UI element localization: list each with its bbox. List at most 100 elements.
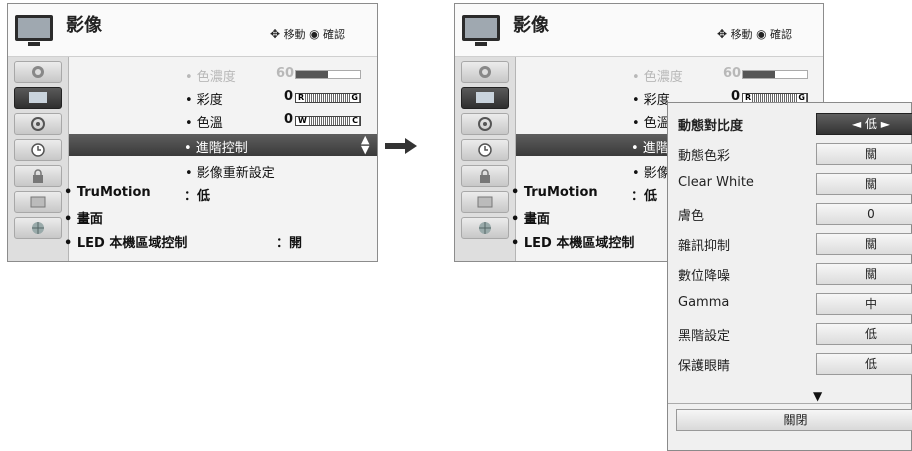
popup-row-value[interactable]: 低 — [816, 323, 912, 345]
satellite-icon — [479, 66, 491, 78]
popup-row-label: Gamma — [678, 295, 730, 310]
popup-row-label: 保護眼睛 — [678, 359, 731, 374]
popup-row-label: 數位降噪 — [678, 269, 731, 284]
menu-item-trumotion[interactable]: • TruMotion — [64, 185, 151, 200]
audio-icon — [31, 117, 45, 131]
arrow-right-icon — [385, 138, 417, 154]
sidebar-item-audio[interactable] — [461, 113, 509, 135]
tint-bar: R G — [295, 93, 361, 103]
option-icon — [30, 196, 46, 208]
menu-title: 影像 — [513, 15, 549, 36]
ok-icon: ◉ — [309, 27, 320, 41]
trumotion-value: ：低 — [184, 189, 211, 204]
menu-header: 影像 ✥ 移動 ◉ 確認 — [455, 4, 823, 57]
popup-row[interactable]: 黑階設定 低 — [678, 323, 912, 345]
popup-row-value[interactable]: 關 — [816, 233, 912, 255]
popup-row[interactable]: 動態對比度 ◄ 低 ► — [678, 113, 912, 135]
popup-row[interactable]: 數位降噪 關 — [678, 263, 912, 285]
sidebar-item-lock[interactable] — [461, 165, 509, 187]
popup-row-value[interactable]: 低 — [816, 353, 912, 375]
popup-row-value[interactable]: 0 — [816, 203, 912, 225]
menu-item-reset[interactable]: • 影像 — [632, 162, 670, 181]
nav-hint: ✥ 移動 ◉ 確認 — [270, 27, 346, 41]
menu-item-led[interactable]: • LED 本機區域控制 — [64, 232, 187, 251]
popup-row[interactable]: 動態色彩 關 — [678, 143, 912, 165]
popup-row-value[interactable]: 關 — [816, 263, 912, 285]
menu-item-color-depth[interactable]: • 色濃度 — [632, 66, 683, 85]
tint-left-label: R — [297, 93, 306, 102]
popup-row[interactable]: Clear White 關 — [678, 173, 912, 195]
popup-row[interactable]: 雜訊抑制 關 — [678, 233, 912, 255]
color-depth-value: 60 — [723, 66, 742, 81]
satellite-icon — [32, 66, 44, 78]
option-icon — [477, 196, 493, 208]
menu-item-trumotion[interactable]: • TruMotion — [511, 185, 598, 200]
led-value: ：開 — [276, 236, 303, 251]
menu-item-color-temp[interactable]: • 色溫 — [185, 112, 223, 131]
picture-icon — [29, 92, 47, 103]
move-icon: ✥ — [717, 27, 728, 41]
menu-item-tint[interactable]: • 彩度 — [632, 89, 670, 108]
menu-item-color-depth[interactable]: • 色濃度 — [185, 66, 236, 85]
popup-row-value[interactable]: ◄ 低 ► — [816, 113, 912, 135]
scroll-down-icon[interactable]: ▼ — [813, 389, 822, 403]
sidebar-item-network[interactable] — [461, 217, 509, 239]
popup-row[interactable]: 膚色 0 — [678, 203, 912, 225]
sidebar-item-audio[interactable] — [14, 113, 62, 135]
menu-item-tint[interactable]: • 彩度 — [185, 89, 223, 108]
menu-item-advanced: • 進階控制 — [184, 141, 248, 156]
menu-title: 影像 — [66, 15, 102, 36]
move-icon: ✥ — [270, 27, 281, 41]
advanced-control-popup: 動態對比度 ◄ 低 ► 動態色彩 關 Clear White 關 膚色 0 雜訊… — [667, 102, 912, 451]
menu-header: 影像 ✥ 移動 ◉ 確認 — [8, 4, 377, 57]
menu-item-advanced-highlight[interactable]: • 進階控制 ▲ ▼ — [69, 134, 377, 156]
lock-icon — [480, 169, 490, 183]
lock-icon — [33, 169, 43, 183]
close-button[interactable]: 關閉 — [676, 409, 912, 431]
color-depth-fill — [296, 71, 328, 78]
popup-row-label: 動態色彩 — [678, 149, 731, 164]
color-temp-left-label: W — [297, 116, 308, 125]
popup-row[interactable]: 保護眼睛 低 — [678, 353, 912, 375]
menu-item-screen[interactable]: • 畫面 — [64, 208, 103, 227]
tv-icon — [461, 14, 501, 48]
network-icon — [32, 222, 44, 234]
popup-row-label: 雜訊抑制 — [678, 239, 731, 254]
tv-icon — [14, 14, 54, 48]
sidebar-item-setup[interactable] — [461, 61, 509, 83]
sidebar-item-time[interactable] — [461, 139, 509, 161]
color-depth-value: 60 — [276, 66, 295, 81]
sidebar-item-lock[interactable] — [14, 165, 62, 187]
popup-row-value[interactable]: 關 — [816, 173, 912, 195]
sidebar-item-option[interactable] — [14, 191, 62, 213]
popup-row-value[interactable]: 關 — [816, 143, 912, 165]
menu-item-reset[interactable]: • 影像重新設定 — [185, 162, 275, 181]
menu-item-color-temp[interactable]: • 色溫 — [632, 112, 670, 131]
color-temp-value: 0 — [284, 112, 294, 127]
audio-icon — [478, 117, 492, 131]
popup-row-label: Clear White — [678, 175, 754, 190]
picture-icon — [476, 92, 494, 103]
popup-row-label: 動態對比度 — [678, 119, 744, 134]
sidebar-item-picture[interactable] — [14, 87, 62, 109]
menu-item-led[interactable]: • LED 本機區域控制 — [511, 232, 634, 251]
divider — [668, 403, 911, 404]
sidebar-item-network[interactable] — [14, 217, 62, 239]
network-icon — [479, 222, 491, 234]
clock-icon — [31, 143, 45, 157]
sidebar-item-picture[interactable] — [461, 87, 509, 109]
color-depth-bar — [295, 70, 361, 79]
ok-icon: ◉ — [756, 27, 767, 41]
tint-value: 0 — [284, 89, 294, 104]
menu-item-screen[interactable]: • 畫面 — [511, 208, 550, 227]
tint-right-label: G — [350, 93, 359, 102]
category-sidebar — [8, 57, 69, 261]
sidebar-item-option[interactable] — [461, 191, 509, 213]
left-menu-panel: 影像 ✥ 移動 ◉ 確認 • 色濃度 60 • 彩度 0 R G • 色溫 0 … — [7, 3, 378, 262]
popup-row[interactable]: Gamma 中 — [678, 293, 912, 315]
popup-row-value[interactable]: 中 — [816, 293, 912, 315]
trumotion-value: ：低 — [631, 189, 658, 204]
sidebar-item-time[interactable] — [14, 139, 62, 161]
popup-row-label: 黑階設定 — [678, 329, 731, 344]
sidebar-item-setup[interactable] — [14, 61, 62, 83]
